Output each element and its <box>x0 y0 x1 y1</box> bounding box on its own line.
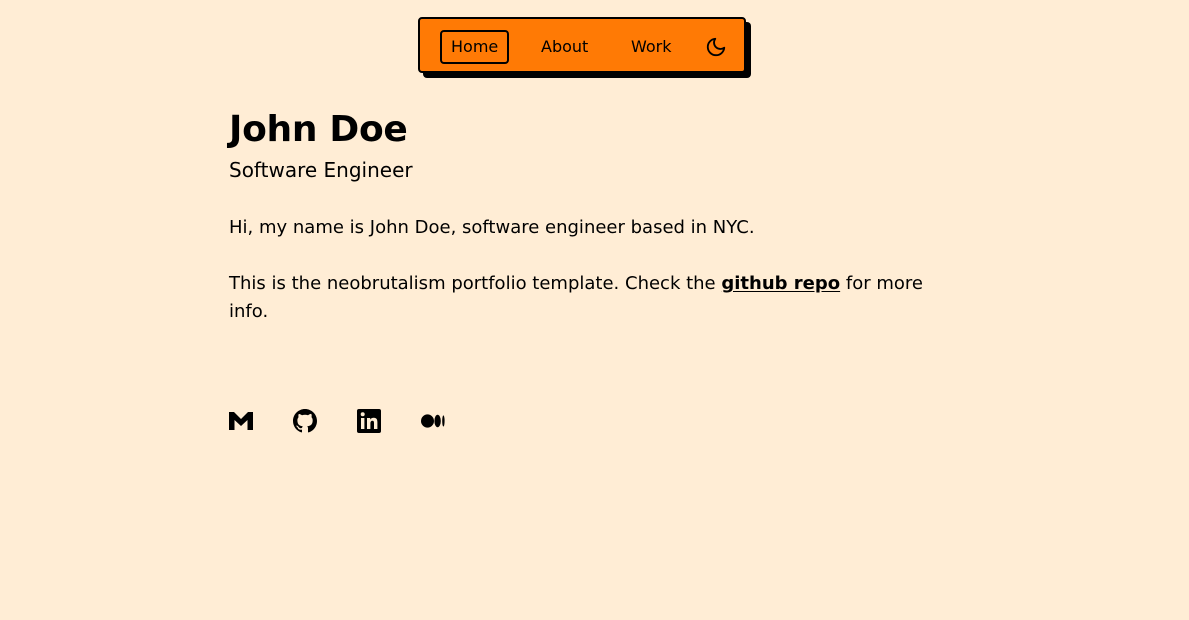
social-links <box>229 407 445 435</box>
template-paragraph: This is the neobrutalism portfolio templ… <box>229 270 949 326</box>
gmail-icon <box>229 412 253 430</box>
intro-paragraph: Hi, my name is John Doe, software engine… <box>229 217 755 238</box>
gmail-link[interactable] <box>229 407 253 435</box>
template-text-before: This is the neobrutalism portfolio templ… <box>229 273 722 294</box>
navbar: Home About Work <box>418 17 746 73</box>
nav-work-link[interactable]: Work <box>620 30 683 64</box>
nav-about-link[interactable]: About <box>530 30 599 64</box>
github-icon <box>293 409 317 433</box>
linkedin-link[interactable] <box>357 407 381 435</box>
linkedin-icon <box>357 409 381 433</box>
profile-role: Software Engineer <box>229 158 413 182</box>
theme-toggle-button[interactable] <box>702 33 730 61</box>
profile-name: John Doe <box>229 109 408 150</box>
github-repo-link[interactable]: github repo <box>721 273 840 294</box>
moon-icon <box>706 37 726 57</box>
nav-home-link[interactable]: Home <box>440 30 510 64</box>
github-link[interactable] <box>293 407 317 435</box>
main-content: John Doe Software Engineer Hi, my name i… <box>229 108 949 326</box>
medium-icon <box>421 414 445 428</box>
medium-link[interactable] <box>421 407 445 435</box>
